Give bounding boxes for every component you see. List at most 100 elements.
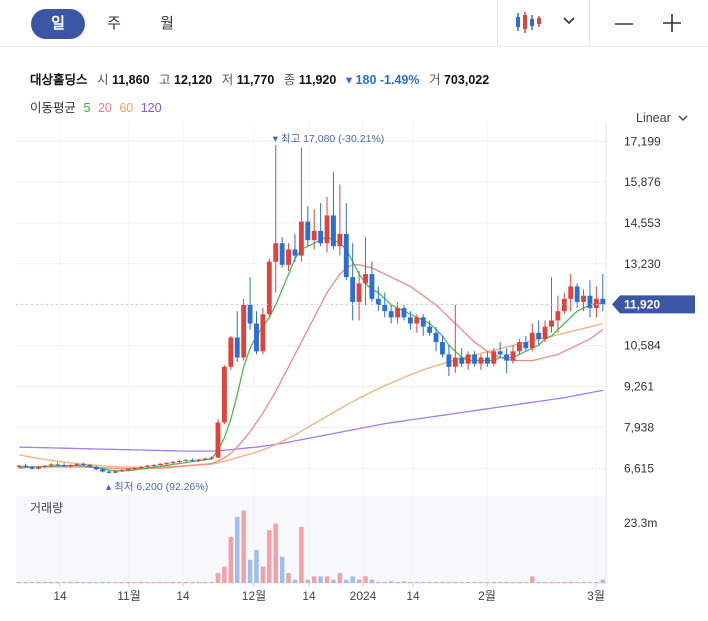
- volume-bar: [267, 530, 272, 583]
- zoom-out-icon[interactable]: [614, 14, 634, 34]
- volume-bar: [145, 582, 150, 583]
- candle-body: [504, 354, 510, 361]
- y-tick-label: 7,938: [624, 420, 654, 434]
- volume-bar: [273, 523, 278, 583]
- candle-body: [581, 295, 586, 302]
- candle-body: [587, 295, 593, 309]
- volume-bar: [324, 576, 330, 583]
- volume-bar: [587, 582, 593, 583]
- volume-bar: [196, 582, 202, 583]
- candle-body: [273, 243, 279, 262]
- volume-bar: [42, 582, 48, 583]
- tab-month[interactable]: 월: [152, 9, 182, 39]
- candle-body: [151, 465, 157, 467]
- volume-bar: [318, 576, 323, 583]
- volume-bar: [446, 582, 452, 583]
- candle-body: [80, 464, 86, 466]
- volume-bar: [132, 582, 137, 583]
- candle-body: [247, 305, 253, 324]
- candle-body: [221, 366, 227, 423]
- candle-body: [484, 357, 490, 364]
- candle-body: [106, 471, 112, 473]
- volume-bar: [100, 582, 105, 583]
- volume-bar: [478, 582, 484, 583]
- candle-body: [561, 298, 567, 312]
- ma20-line: [19, 264, 604, 470]
- chevron-down-icon[interactable]: [563, 16, 575, 26]
- candle-body: [388, 311, 394, 318]
- candle-body: [497, 351, 503, 355]
- volume-bar: [504, 582, 509, 583]
- volume-bar: [93, 582, 99, 583]
- candle-body: [356, 283, 362, 302]
- y-tick-label: 15,876: [624, 175, 661, 189]
- candle-body: [36, 466, 41, 469]
- open-price: 11,860: [112, 73, 150, 87]
- scale-selector[interactable]: Linear: [636, 111, 688, 125]
- candle-body: [157, 463, 163, 466]
- volume-bar: [311, 576, 317, 583]
- candle-body: [375, 298, 381, 305]
- volume-bar: [465, 582, 471, 583]
- volume-bars: [16, 510, 606, 583]
- volume-panel-bg: [16, 496, 606, 583]
- volume-bar: [61, 582, 67, 583]
- candle-body: [529, 332, 535, 349]
- volume-bar: [594, 582, 599, 583]
- candle-body: [555, 311, 561, 321]
- candle-body: [472, 354, 477, 364]
- volume-bar: [235, 517, 240, 583]
- candle-body: [125, 468, 131, 470]
- candle-body: [61, 465, 67, 467]
- volume-tick-label: 23.3m: [624, 516, 657, 530]
- ma-120: 120: [140, 101, 162, 115]
- high-price: 12,120: [174, 73, 213, 87]
- candle-body: [254, 323, 259, 352]
- volume-bar: [16, 582, 22, 583]
- candlestick-icon[interactable]: [514, 11, 542, 35]
- volume-bar: [81, 582, 86, 583]
- tab-week[interactable]: 주: [99, 9, 129, 39]
- x-axis: 14 11월 14 12월 14 2024 14 2월 3월: [53, 583, 605, 603]
- volume-bar: [49, 582, 54, 583]
- volume-bar: [331, 579, 336, 583]
- volume-bar: [350, 576, 355, 583]
- volume-bar: [241, 510, 246, 583]
- candle-body: [574, 286, 580, 302]
- volume-bar: [74, 582, 80, 583]
- candle-body: [292, 249, 298, 256]
- volume-bar: [581, 582, 586, 583]
- candle-body: [112, 471, 118, 473]
- ma120-line: [19, 389, 603, 452]
- candle-body: [196, 459, 202, 461]
- candle-body: [234, 337, 240, 358]
- candle-body: [382, 305, 388, 312]
- zoom-in-icon[interactable]: [662, 13, 682, 33]
- tab-day[interactable]: 일: [31, 9, 85, 39]
- volume-bar: [106, 582, 112, 583]
- y-tick-label: 14,553: [624, 216, 661, 230]
- close-price: 11,920: [298, 73, 337, 87]
- volume-bar: [549, 582, 554, 583]
- y-tick-label: 13,230: [624, 257, 661, 271]
- candle-body: [593, 298, 599, 309]
- candle-body: [23, 465, 29, 467]
- volume-label: 거: [428, 73, 441, 87]
- candle-body: [215, 422, 221, 458]
- volume-bar: [299, 526, 304, 583]
- volume-bar: [542, 582, 548, 583]
- candle-body: [343, 233, 349, 278]
- candle-body: [138, 466, 144, 469]
- price-chart[interactable]: 17,199 15,876 14,553 13,230 10,584 9,261 7,938…: [0, 0, 708, 621]
- toolbar-divider: [497, 0, 498, 46]
- candle-body: [266, 261, 272, 315]
- candle-body: [510, 351, 516, 361]
- volume-bar: [517, 582, 522, 583]
- volume-bar: [151, 582, 157, 583]
- candle-body: [202, 458, 208, 460]
- ma-60: 60: [119, 101, 134, 115]
- volume-bar: [401, 581, 407, 583]
- candle-body: [279, 243, 285, 265]
- candle-body: [523, 342, 529, 349]
- volume-bar: [87, 582, 92, 583]
